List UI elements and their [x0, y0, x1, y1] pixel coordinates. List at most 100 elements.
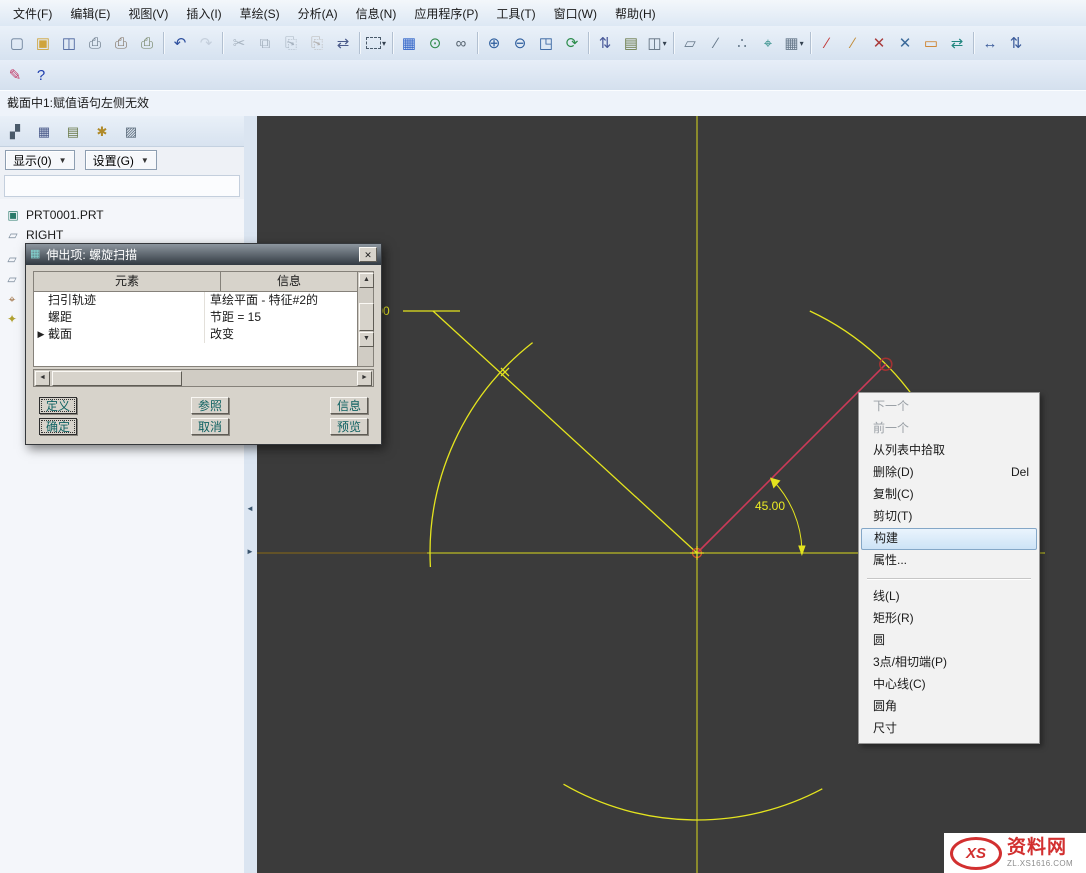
paste-button[interactable]: ⎘	[278, 30, 304, 56]
trim-segment-button[interactable]: ✕	[892, 30, 918, 56]
dialog-close-button[interactable]: ✕	[359, 247, 377, 262]
save-file-button[interactable]: ◫	[56, 30, 82, 56]
tree-filter-button[interactable]: ✱	[89, 118, 115, 144]
view-manager-caret-icon[interactable]: ▾	[663, 39, 667, 48]
context-menu-item-15[interactable]: 尺寸	[859, 718, 1039, 740]
splitter-expand-icon[interactable]: ►	[246, 548, 254, 556]
select-rect-caret-icon[interactable]: ▾	[382, 39, 386, 48]
menu-item-9[interactable]: 窗口(W)	[545, 2, 606, 25]
hscroll-thumb[interactable]	[52, 371, 182, 386]
context-menu-item-10[interactable]: 矩形(R)	[859, 608, 1039, 630]
scroll-left-icon[interactable]: ◄	[35, 371, 50, 386]
menu-item-4[interactable]: 草绘(S)	[231, 2, 289, 25]
ok-button[interactable]: 确定	[39, 418, 77, 435]
panel-splitter[interactable]: ◄ ►	[244, 116, 258, 873]
cut-button[interactable]: ✂	[226, 30, 252, 56]
context-menu-item-4[interactable]: 复制(C)	[859, 484, 1039, 506]
new-file-button[interactable]: ▢	[4, 30, 30, 56]
tree-item-datum-right[interactable]: ▱RIGHT	[6, 225, 244, 245]
copy-button[interactable]: ⧉	[252, 30, 278, 56]
modify-dims-button[interactable]: ⇅	[1003, 30, 1029, 56]
filter-settings-button[interactable]: 设置(G)▼	[85, 150, 157, 170]
spectacles-button[interactable]: ∞	[448, 30, 474, 56]
tree-list-button[interactable]: ▤	[60, 118, 86, 144]
dimension-button[interactable]: ↔	[977, 30, 1003, 56]
menu-item-0[interactable]: 文件(F)	[4, 2, 61, 25]
sketch-display-button[interactable]: ▦	[396, 30, 422, 56]
table-vscrollbar[interactable]: ▲ ▼	[357, 272, 373, 366]
info-button[interactable]: 信息	[330, 397, 368, 414]
context-menu-item-2[interactable]: 从列表中拾取	[859, 440, 1039, 462]
angle-dimension-arc[interactable]	[774, 481, 802, 549]
menu-item-2[interactable]: 视图(V)	[119, 2, 177, 25]
menu-item-1[interactable]: 编辑(E)	[61, 2, 119, 25]
construction-line-button[interactable]: ∕	[840, 30, 866, 56]
layers-button[interactable]: ▤	[618, 30, 644, 56]
print-button[interactable]: ⎙	[82, 30, 108, 56]
context-menu-item-3[interactable]: 删除(D)Del	[859, 462, 1039, 484]
csys-icon[interactable]: ⌖	[5, 292, 19, 306]
zoom-out-button[interactable]: ⊖	[507, 30, 533, 56]
element-table[interactable]: 元素 信息 扫引轨迹草绘平面 - 特征#2的螺距节距 = 15▶截面改变	[34, 272, 357, 366]
refit-button[interactable]: ⟳	[559, 30, 585, 56]
datum-planes-button[interactable]: ▱	[677, 30, 703, 56]
datum-csys-button[interactable]: ⌖	[755, 30, 781, 56]
print-preview-button[interactable]: ⎙	[108, 30, 134, 56]
tree-columns-button[interactable]: ▦	[31, 118, 57, 144]
sketcher-mode-button[interactable]: ✎	[2, 62, 28, 88]
context-menu-item-13[interactable]: 中心线(C)	[859, 674, 1039, 696]
grid-snap-button[interactable]: ▦▾	[781, 30, 807, 56]
datum-points-button[interactable]: ∴	[729, 30, 755, 56]
table-hscrollbar[interactable]: ◄ ►	[33, 369, 374, 387]
scroll-up-icon[interactable]: ▲	[359, 273, 374, 288]
grid-snap-caret-icon[interactable]: ▾	[800, 39, 804, 48]
context-menu-item-12[interactable]: 3点/相切端(P)	[859, 652, 1039, 674]
filter-show-button[interactable]: 显示(0)▼	[5, 150, 75, 170]
toggle-construction-button[interactable]: ⇄	[944, 30, 970, 56]
menu-item-10[interactable]: 帮助(H)	[606, 2, 665, 25]
preview-button[interactable]: 预览	[330, 418, 368, 435]
element-row-0[interactable]: 扫引轨迹草绘平面 - 特征#2的	[34, 292, 357, 309]
datum-front-icon[interactable]: ▱	[5, 272, 19, 286]
dialog-titlebar[interactable]: ▦ 伸出项: 螺旋扫描 ✕	[26, 244, 381, 265]
context-menu-item-5[interactable]: 剪切(T)	[859, 506, 1039, 528]
sketch-line-button[interactable]: ∕	[814, 30, 840, 56]
menu-item-3[interactable]: 插入(I)	[177, 2, 230, 25]
arc-bottom[interactable]	[564, 784, 823, 820]
refs-button[interactable]: 参照	[191, 397, 229, 414]
arc-left[interactable]	[430, 343, 533, 567]
diagonal-line[interactable]	[433, 311, 697, 553]
zoom-window-button[interactable]: ◳	[533, 30, 559, 56]
angle-dimension-text[interactable]: 45.00	[755, 499, 785, 513]
menu-item-8[interactable]: 工具(T)	[487, 2, 544, 25]
hscroll-track[interactable]	[51, 371, 356, 385]
tree-search-strip[interactable]	[4, 175, 240, 197]
delete-segment-button[interactable]: ✕	[866, 30, 892, 56]
context-menu-item-7[interactable]: 属性...	[859, 550, 1039, 572]
vscroll-thumb[interactable]	[359, 303, 374, 331]
orient-button[interactable]: ⇅	[592, 30, 618, 56]
context-menu-item-11[interactable]: 圆	[859, 630, 1039, 652]
datum-axes-button[interactable]: ∕	[703, 30, 729, 56]
tree-item-part-root[interactable]: ▣PRT0001.PRT	[6, 205, 244, 225]
define-button[interactable]: 定义	[39, 397, 77, 414]
find-replace-button[interactable]: ⇄	[330, 30, 356, 56]
context-menu-item-9[interactable]: 线(L)	[859, 586, 1039, 608]
scroll-right-icon[interactable]: ►	[357, 371, 372, 386]
context-menu-item-14[interactable]: 圆角	[859, 696, 1039, 718]
print-setup-button[interactable]: ⎙	[134, 30, 160, 56]
menu-item-6[interactable]: 信息(N)	[347, 2, 406, 25]
context-menu-item-6[interactable]: 构建	[861, 528, 1037, 550]
paste-special-button[interactable]: ⎘	[304, 30, 330, 56]
element-row-2[interactable]: ▶截面改变	[34, 326, 357, 343]
redo-button[interactable]: ↷	[193, 30, 219, 56]
select-rect-button[interactable]: ▾	[363, 30, 389, 56]
menu-item-5[interactable]: 分析(A)	[289, 2, 347, 25]
context-help-button[interactable]: ?	[28, 62, 54, 88]
scroll-down-icon[interactable]: ▼	[359, 332, 374, 347]
open-file-button[interactable]: ▣	[30, 30, 56, 56]
insert-here-icon[interactable]: ✦	[5, 312, 19, 326]
zoom-in-button[interactable]: ⊕	[481, 30, 507, 56]
element-row-1[interactable]: 螺距节距 = 15	[34, 309, 357, 326]
undo-button[interactable]: ↶	[167, 30, 193, 56]
